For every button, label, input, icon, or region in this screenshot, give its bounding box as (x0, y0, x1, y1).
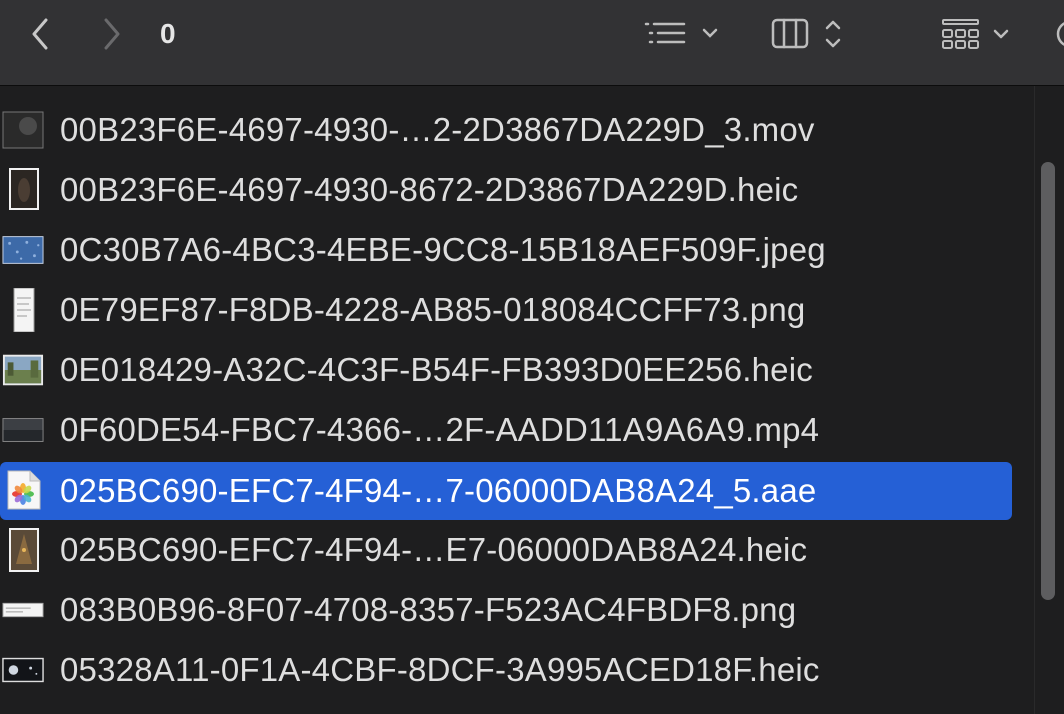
forward-button[interactable] (96, 16, 128, 52)
file-name: 0E79EF87-F8DB-4228-AB85-018084CCFF73.png (60, 291, 806, 328)
back-button[interactable] (24, 16, 56, 52)
file-list: 00B23F6E-4697-4930-…2-2D3867DA229D_3.mov… (0, 86, 1064, 714)
column-view-icon (771, 18, 841, 49)
file-name: 00B23F6E-4697-4930-8672-2D3867DA229D.hei… (60, 171, 799, 208)
blue-photo-thumbnail (2, 230, 44, 270)
file-row[interactable]: 0C30B7A6-4BC3-4EBE-9CC8-15B18AEF509F.jpe… (0, 220, 1030, 280)
file-row[interactable]: 00B23F6E-4697-4930-…2-2D3867DA229D_3.mov (0, 100, 1030, 160)
share-button[interactable] (1050, 14, 1064, 54)
file-name: 0C30B7A6-4BC3-4EBE-9CC8-15B18AEF509F.jpe… (60, 231, 826, 268)
scrollbar-thumb[interactable] (1041, 162, 1055, 600)
file-row[interactable]: 0E79EF87-F8DB-4228-AB85-018084CCFF73.png (0, 280, 1030, 340)
file-row[interactable]: 05328A11-0F1A-4CBF-8DCF-3A995ACED18F.hei… (0, 640, 1030, 700)
landscape-photo-thumbnail (2, 350, 44, 390)
file-row[interactable]: 025BC690-EFC7-4F94-…E7-06000DAB8A24.heic (0, 520, 1030, 580)
file-row[interactable]: 083B0B96-8F07-4708-8357-F523AC4FBDF8.png (0, 580, 1030, 640)
group-menu-button[interactable] (938, 14, 1016, 54)
file-name: 05328A11-0F1A-4CBF-8DCF-3A995ACED18F.hei… (60, 651, 820, 688)
chevron-right-icon (104, 18, 120, 50)
file-name: 00B23F6E-4697-4930-…2-2D3867DA229D_3.mov (60, 111, 815, 148)
document-thumbnail (2, 288, 44, 332)
column-view-button[interactable] (768, 14, 848, 54)
night-photo-thumbnail (2, 650, 44, 690)
file-name: 083B0B96-8F07-4708-8357-F523AC4FBDF8.png (60, 591, 797, 628)
dark-video-thumbnail (2, 110, 44, 150)
chevron-left-icon (32, 18, 48, 50)
photos-file-icon (2, 470, 44, 510)
file-name: 0E018429-A32C-4C3F-B54F-FB393D0EE256.hei… (60, 351, 813, 388)
dark-photo-thumbnail (2, 168, 44, 210)
finder-window: 0 00B23F6E-4697-4930-…2-2D3867DA229D_3.m… (0, 0, 1064, 714)
file-row-selected[interactable]: 025BC690-EFC7-4F94-…7-06000DAB8A24_5.aae (0, 462, 1030, 522)
file-row[interactable]: 00B23F6E-4697-4930-8672-2D3867DA229D.hei… (0, 160, 1030, 220)
folder-title: 0 (160, 18, 176, 49)
screenshot-thumbnail (2, 590, 44, 630)
file-row[interactable]: 0F60DE54-FBC7-4366-…2F-AADD11A9A6A9.mp4 (0, 400, 1030, 460)
circle-icon (1056, 22, 1064, 46)
list-view-icon (644, 22, 718, 44)
file-name: 025BC690-EFC7-4F94-…E7-06000DAB8A24.heic (60, 531, 808, 568)
toolbar: 0 (0, 0, 1064, 86)
portrait-photo-thumbnail (2, 528, 44, 572)
dark-video-thumbnail (2, 410, 44, 450)
grid-view-icon (942, 19, 1009, 49)
file-name: 0F60DE54-FBC7-4366-…2F-AADD11A9A6A9.mp4 (60, 411, 820, 448)
file-name: 025BC690-EFC7-4F94-…7-06000DAB8A24_5.aae (60, 472, 817, 509)
file-row[interactable]: 0E018429-A32C-4C3F-B54F-FB393D0EE256.hei… (0, 340, 1030, 400)
list-view-menu-button[interactable] (640, 14, 722, 54)
